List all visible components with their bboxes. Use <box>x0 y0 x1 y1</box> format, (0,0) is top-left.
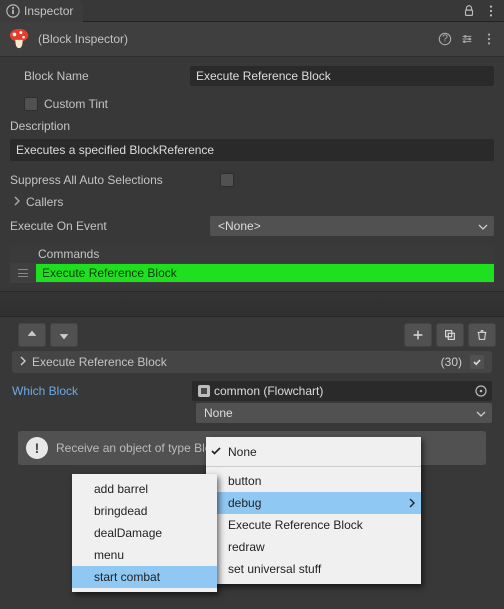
suppress-checkbox[interactable] <box>220 173 234 187</box>
tab-label: Inspector <box>24 4 73 18</box>
tab-inspector[interactable]: Inspector <box>0 0 83 22</box>
move-up-button[interactable] <box>18 323 46 347</box>
label-block-name: Block Name <box>10 69 190 83</box>
info-text: Receive an object of type Block <box>56 441 223 455</box>
description-input[interactable]: Executes a specified BlockReference <box>10 139 494 161</box>
dropdown-submenu[interactable]: add barrelbringdeaddealDamagemenustart c… <box>72 474 217 592</box>
menu-item[interactable]: set universal stuff <box>206 558 421 580</box>
duplicate-button[interactable] <box>436 323 464 347</box>
menu-item[interactable]: Execute Reference Block <box>206 514 421 536</box>
object-picker-icon[interactable] <box>474 384 488 398</box>
which-block-object-field[interactable]: common (Flowchart) <box>192 381 492 401</box>
execute-on-event-dropdown[interactable]: <None> <box>210 216 494 236</box>
label-commands: Commands <box>10 245 494 263</box>
drag-handle-icon[interactable] <box>10 269 36 277</box>
lock-icon[interactable] <box>462 4 476 18</box>
execute-on-event-value: <None> <box>218 219 261 233</box>
menu-item[interactable]: redraw <box>206 536 421 558</box>
chevron-down-icon <box>478 221 488 235</box>
menu-item[interactable]: menu <box>72 544 217 566</box>
dropdown-menu-blocks[interactable]: None buttondebugExecute Reference Blockre… <box>206 437 421 584</box>
block-dropdown[interactable]: None <box>196 403 492 423</box>
command-label: Execute Reference Block <box>36 264 494 282</box>
menu-item[interactable]: debug <box>206 492 421 514</box>
menu-separator <box>206 466 421 467</box>
header-subtitle: (Block Inspector) <box>38 32 128 46</box>
kebab-icon[interactable] <box>482 32 496 46</box>
chevron-right-icon <box>407 497 417 511</box>
flowchart-asset-icon <box>198 385 210 397</box>
caret-right-icon <box>18 355 28 369</box>
label-suppress: Suppress All Auto Selections <box>10 173 220 187</box>
block-name-input[interactable] <box>190 66 494 86</box>
check-icon <box>210 445 222 460</box>
label-callers[interactable]: Callers <box>26 195 63 209</box>
move-down-button[interactable] <box>50 323 78 347</box>
label-description: Description <box>10 119 190 133</box>
menu-item[interactable]: dealDamage <box>72 522 217 544</box>
caret-right-icon[interactable] <box>12 195 22 209</box>
kebab-icon[interactable] <box>484 4 498 18</box>
add-button[interactable] <box>404 323 432 347</box>
menu-item[interactable]: start combat <box>72 566 217 588</box>
delete-button[interactable] <box>468 323 496 347</box>
mushroom-icon <box>8 28 30 50</box>
info-icon: ! <box>26 437 48 459</box>
menu-item[interactable]: add barrel <box>72 478 217 500</box>
svg-text:?: ? <box>442 33 448 45</box>
command-header[interactable]: Execute Reference Block (30) <box>12 351 492 373</box>
command-row[interactable]: Execute Reference Block <box>10 263 494 283</box>
menu-item[interactable]: None <box>206 441 421 463</box>
command-header-title: Execute Reference Block <box>32 355 167 369</box>
object-field-value: common (Flowchart) <box>214 384 323 398</box>
label-execute-on-event: Execute On Event <box>10 219 210 233</box>
label-which-block: Which Block <box>12 384 192 398</box>
chevron-down-icon <box>476 408 486 422</box>
menu-item[interactable]: bringdead <box>72 500 217 522</box>
settings-sliders-icon[interactable] <box>460 32 474 46</box>
command-enabled-checkbox[interactable] <box>470 355 484 369</box>
block-dropdown-value: None <box>204 406 233 420</box>
label-custom-tint: Custom Tint <box>44 97 108 111</box>
custom-tint-checkbox[interactable] <box>24 97 38 111</box>
panel-separator[interactable] <box>0 291 504 317</box>
info-icon <box>6 4 20 18</box>
command-header-count: (30) <box>441 355 462 369</box>
menu-item[interactable]: button <box>206 470 421 492</box>
help-icon[interactable]: ? <box>438 32 452 46</box>
